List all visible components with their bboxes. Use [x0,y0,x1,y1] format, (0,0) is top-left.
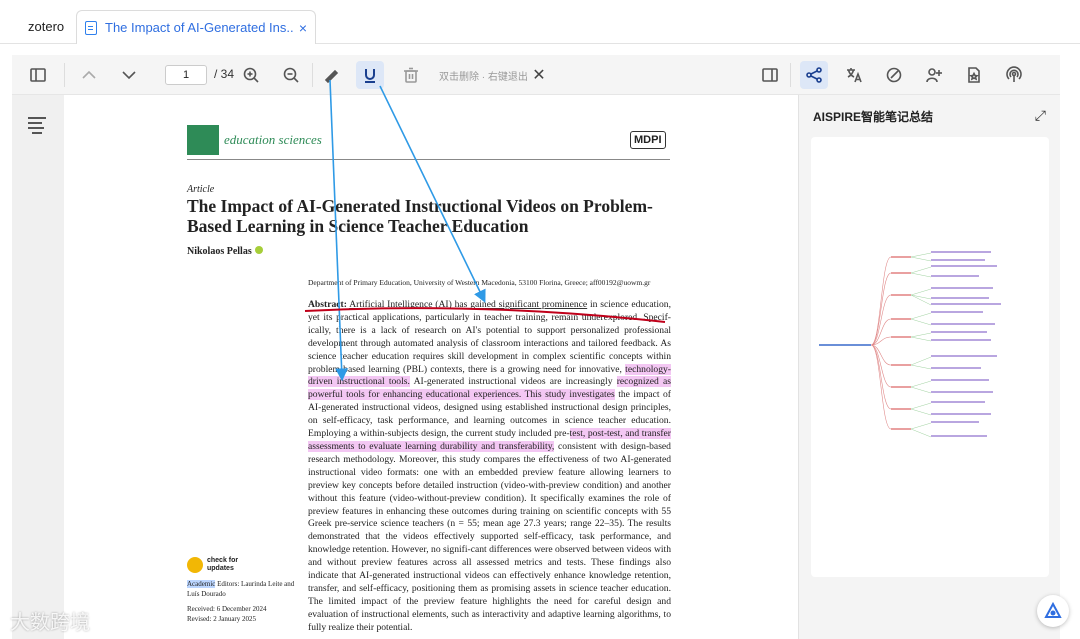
zoom-out-icon[interactable] [277,61,305,89]
author: Nikolaos Pellas [187,246,263,257]
toggle-sidebar-icon[interactable] [24,61,52,89]
title-bar: zotero The Impact of AI-Generated Ins...… [0,0,1080,44]
mindmap-graph [819,251,1001,438]
affiliation: Department of Primary Education, Univers… [308,278,651,287]
academic-highlight[interactable]: Academic [187,580,216,588]
abstract-label: Abstract: [308,299,347,310]
panel-title: AISPIRE智能笔记总结 [813,110,934,124]
header-rule [187,159,670,160]
received-date: Received: 6 December 2024 [187,605,267,613]
page-total: / 34 [214,67,235,81]
translate-icon[interactable] [840,61,868,89]
article-label: Article [187,184,215,195]
assistant-fab-icon[interactable] [1037,595,1069,627]
toggle-context-pane-icon[interactable] [756,61,784,89]
mindmap-icon[interactable] [800,61,828,89]
add-person-icon[interactable] [920,61,948,89]
pen-icon[interactable] [317,61,345,89]
chat-icon[interactable] [880,61,908,89]
expand-icon[interactable]: ⤢ [1035,107,1046,124]
journal-name: education sciences [224,132,322,147]
academic-editors: Academic Editors: Laurinda Leite and Luí… [187,579,299,599]
abstract-underlined: Artificial Intelligence (AI) has gained … [349,299,588,310]
page-number-input[interactable]: 1 [165,65,207,85]
next-page-icon[interactable] [115,61,143,89]
outline-icon[interactable] [28,117,46,134]
exit-tool-close-icon[interactable]: ✕ [525,61,553,89]
pdf-viewer[interactable]: education sciences MDPI Article The Impa… [64,95,792,639]
publisher-logo: MDPI [630,131,666,149]
check-updates-icon [187,557,203,573]
abstract-text: consistent with design-based research me… [308,440,671,633]
abstract-text: AI-generated instructional videos are in… [409,376,617,388]
podcast-icon[interactable] [1000,61,1028,89]
journal-logo-icon [187,125,219,155]
delete-hint: 双击删除 · 右键退出 [439,72,528,83]
tab-close-icon[interactable]: × [299,20,307,36]
watermark: 大数跨境 [10,610,90,634]
tab-title: The Impact of AI-Generated Ins... [105,20,293,35]
article-title: The Impact of AI-Generated Instructional… [187,196,653,236]
tab-document[interactable]: The Impact of AI-Generated Ins... × [76,10,316,44]
author-name: Nikolaos Pellas [187,246,252,257]
reader-toolbar: 1 / 34 双击删除 · 右键退出 ✕ [12,55,1060,95]
underline-icon[interactable] [356,61,384,89]
zoom-in-icon[interactable] [237,61,265,89]
trash-icon[interactable] [397,61,425,89]
revised-date: Revised: 2 January 2025 [187,615,257,623]
toolbar-divider [790,63,791,87]
favorite-doc-icon[interactable] [960,61,988,89]
mindmap-canvas[interactable] [811,137,1049,577]
toolbar-divider [312,63,313,87]
previous-page-icon[interactable] [75,61,103,89]
abstract-text: in science education, yet its practical … [308,299,672,375]
ai-summary-panel: AISPIRE智能笔记总结 ⤢ [798,95,1069,639]
orcid-icon[interactable] [254,246,263,254]
app-tab-zotero[interactable]: zotero [18,10,74,44]
check-updates-label: check for updates [207,557,239,572]
toolbar-divider [64,63,65,87]
pdf-icon [85,20,97,35]
abstract: Abstract: Artificial Intelligence (AI) h… [308,299,671,635]
left-rail [12,95,64,639]
dates: Received: 6 December 2024 Revised: 2 Jan… [187,604,267,624]
check-for-updates[interactable]: check for updates [187,557,247,573]
